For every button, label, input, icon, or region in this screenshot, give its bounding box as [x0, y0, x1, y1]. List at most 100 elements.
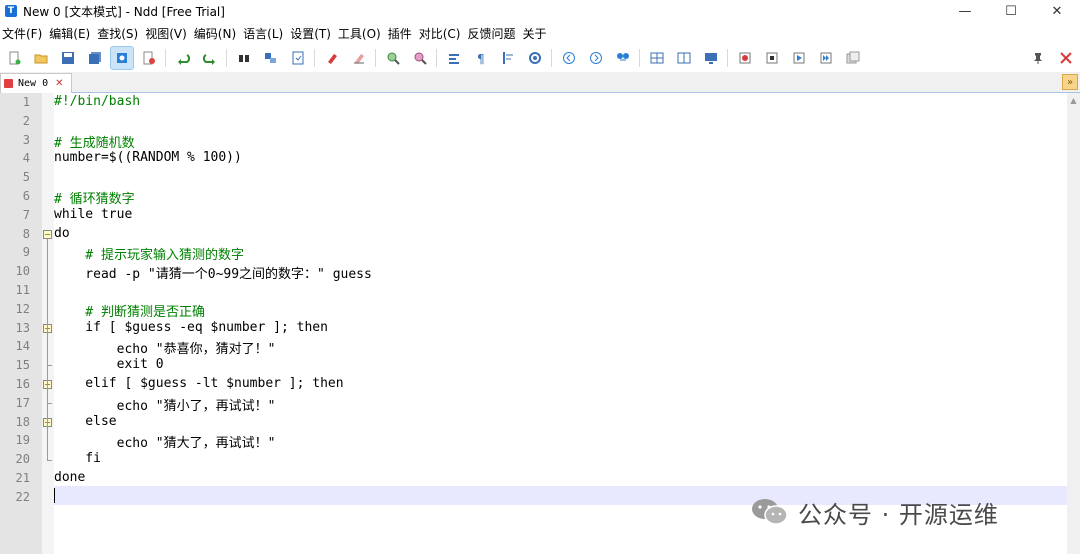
eraser-icon[interactable] [348, 47, 370, 69]
tab-bar: New 0 ✕ » [0, 72, 1080, 93]
find-icon[interactable] [233, 47, 255, 69]
record-icon[interactable] [524, 47, 546, 69]
fold-toggle[interactable]: − [43, 229, 52, 239]
code-line: do [54, 225, 70, 241]
zoom-out-icon[interactable] [409, 47, 431, 69]
code-line: while true [54, 206, 133, 222]
toolbar-separator [226, 49, 227, 67]
macro-save-icon[interactable] [842, 47, 864, 69]
macro-stop-icon[interactable] [761, 47, 783, 69]
goto-icon[interactable] [287, 47, 309, 69]
tab-label: New 0 [18, 78, 49, 89]
column-icon[interactable] [673, 47, 695, 69]
line-number: 19 [15, 433, 30, 448]
editor-line: 17 echo "猜小了，再试试！" [0, 394, 1067, 414]
menu-plugins[interactable]: 插件 [386, 25, 417, 42]
editor-line: 21 done [0, 469, 1067, 488]
new-file-icon[interactable] [3, 47, 25, 69]
watermark: 公众号 · 开源运维 [750, 495, 999, 529]
maximize-button[interactable]: ☐ [988, 0, 1034, 22]
editor-line: 13 − if [ $guess -eq $number ]; then [0, 319, 1067, 338]
macro-record-icon[interactable] [734, 47, 756, 69]
menu-tools[interactable]: 工具(O) [336, 25, 386, 42]
line-number: 1 [22, 95, 30, 109]
redo-icon[interactable] [199, 47, 221, 69]
editor-line: 2 [0, 112, 1067, 131]
scroll-up-icon[interactable]: ▲ [1067, 93, 1080, 107]
menu-bar: 文件(F) 编辑(E) 查找(S) 视图(V) 编码(N) 语言(L) 设置(T… [0, 22, 1080, 44]
editor-line: 1 #!/bin/bash [0, 93, 1067, 112]
title-bar: T New 0 [文本模式] - Ndd [Free Trial] — ☐ ✕ [0, 0, 1080, 22]
editor-line: 5 [0, 168, 1067, 187]
editor-line: 8 − do [0, 225, 1067, 244]
code-line: if [ $guess -eq $number ]; then [54, 319, 328, 335]
highlight-icon[interactable] [321, 47, 343, 69]
menu-search[interactable]: 查找(S) [95, 25, 143, 42]
tab-list-dropdown[interactable]: » [1062, 74, 1078, 90]
line-number: 22 [15, 489, 30, 504]
toolbar-right [1024, 44, 1080, 72]
editor-line: 14 echo "恭喜你，猜对了！" [0, 337, 1067, 357]
vertical-scrollbar[interactable]: ▲ [1067, 93, 1080, 554]
toolbar: ¶ [0, 44, 1080, 72]
code-line: fi [54, 451, 101, 467]
editor-line: 11 [0, 281, 1067, 300]
tab-new-0[interactable]: New 0 ✕ [0, 73, 72, 93]
close-file-icon[interactable] [138, 47, 160, 69]
editor-line: 4 number=$((RANDOM % 100)) [0, 149, 1067, 168]
code-line: #!/bin/bash [54, 94, 141, 109]
menu-settings[interactable]: 设置(T) [288, 25, 336, 42]
menu-language[interactable]: 语言(L) [241, 25, 288, 42]
window-title: New 0 [文本模式] - Ndd [Free Trial] [23, 4, 225, 19]
line-number: 21 [15, 471, 30, 485]
menu-encoding[interactable]: 编码(N) [192, 25, 241, 42]
forward-icon[interactable] [585, 47, 607, 69]
line-number: 16 [15, 377, 30, 391]
fold-guide-end [47, 460, 52, 461]
macro-run-multiple-icon[interactable] [815, 47, 837, 69]
save-all-icon[interactable] [84, 47, 106, 69]
line-number: 3 [22, 132, 30, 147]
text-caret [54, 488, 55, 503]
editor[interactable]: 1 #!/bin/bash 2 3 # 生成随机数 4 number=$((RA… [0, 93, 1080, 554]
indent-guide-icon[interactable] [497, 47, 519, 69]
editor-line: 16 − elif [ $guess -lt $number ]; then [0, 375, 1067, 394]
menu-file[interactable]: 文件(F) [0, 25, 47, 42]
zoom-in-icon[interactable] [382, 47, 404, 69]
close-red-icon[interactable] [1055, 47, 1077, 69]
app-icon: T [5, 5, 17, 17]
menu-feedback[interactable]: 反馈问题 [465, 25, 520, 42]
monitor-icon[interactable] [700, 47, 722, 69]
back-icon[interactable] [558, 47, 580, 69]
menu-compare[interactable]: 对比(C) [417, 25, 466, 42]
open-folder-icon[interactable] [30, 47, 52, 69]
close-button[interactable]: ✕ [1034, 0, 1080, 22]
replace-icon[interactable] [260, 47, 282, 69]
split-icon[interactable] [646, 47, 668, 69]
menu-about[interactable]: 关于 [521, 25, 552, 42]
save-icon[interactable] [57, 47, 79, 69]
undo-icon[interactable] [172, 47, 194, 69]
line-number: 2 [22, 113, 30, 128]
menu-edit[interactable]: 编辑(E) [47, 25, 95, 42]
window-controls: — ☐ ✕ [942, 0, 1080, 22]
line-number: 11 [15, 283, 30, 297]
macro-play-icon[interactable] [788, 47, 810, 69]
pin-icon[interactable] [1027, 47, 1049, 69]
wrap-icon[interactable] [443, 47, 465, 69]
code-line: # 判断猜测是否正确 [54, 304, 205, 320]
code-line: number=$((RANDOM % 100)) [54, 150, 242, 166]
file-mode-icon[interactable] [109, 46, 134, 70]
line-number: 20 [15, 452, 30, 467]
compare-icon[interactable] [612, 47, 634, 69]
minimize-button[interactable]: — [942, 0, 988, 22]
watermark-text: 公众号 · 开源运维 [798, 500, 999, 529]
editor-line: 10 read -p "请猜一个0~99之间的数字：" guess [0, 262, 1067, 282]
show-all-chars-icon[interactable]: ¶ [470, 47, 492, 69]
menu-view[interactable]: 视图(V) [143, 25, 192, 42]
line-number: 17 [15, 395, 30, 410]
tab-close-icon[interactable]: ✕ [55, 78, 63, 89]
fold-guide-end [47, 365, 52, 366]
editor-line: 19 echo "猜大了，再试试！" [0, 431, 1067, 451]
toolbar-separator [314, 49, 315, 67]
